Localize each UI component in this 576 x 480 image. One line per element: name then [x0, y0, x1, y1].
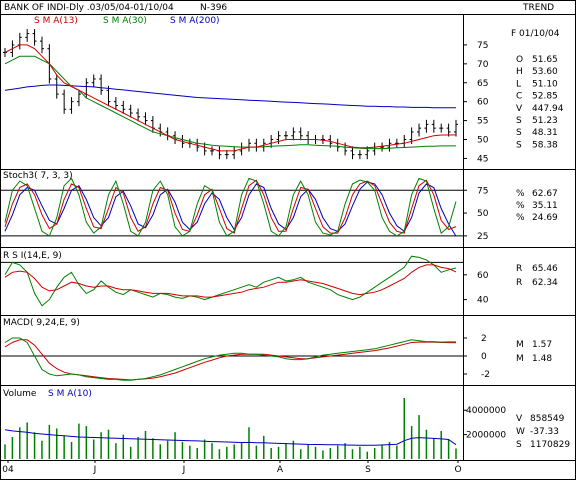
macd-label: MACD( 9,24,E, 9) [3, 318, 80, 328]
rsi-value: 62.34 [532, 278, 558, 288]
side-key-s: S [516, 128, 522, 138]
price-tick-label: 50 [477, 136, 489, 146]
rsi-value: 65.46 [532, 264, 558, 274]
macd-tick-label: -2 [481, 370, 490, 380]
stoch-key: % [516, 213, 525, 223]
volume-value: 858549 [530, 414, 565, 424]
stoch-value: 35.11 [532, 201, 558, 211]
side-value: 51.23 [532, 116, 558, 126]
volume-label: Volume [3, 389, 37, 399]
macd-value: 1.48 [532, 354, 552, 364]
rsi-key: R [516, 278, 522, 288]
x-tick-label: A [277, 465, 284, 475]
volume-tick-label: 2000000 [466, 431, 506, 441]
bar-count: N-396 [200, 3, 227, 13]
legend-sma13: S M A(13) [34, 16, 78, 26]
side-date: F 01/10/04 [511, 29, 560, 39]
stoch-value: 24.69 [532, 213, 558, 223]
side-value: 53.60 [532, 67, 558, 77]
volume-value: -37.33 [530, 427, 559, 437]
stoch-tick-label: 50 [477, 209, 489, 219]
macd-key: M [516, 354, 524, 364]
x-tick-label: O [454, 465, 461, 475]
volume-key: W [516, 427, 525, 437]
side-value: 58.38 [532, 140, 558, 150]
side-key-l: L [516, 79, 521, 89]
stoch-key: % [516, 189, 525, 199]
price-tick-label: 65 [477, 79, 488, 89]
stoch-key: % [516, 201, 525, 211]
volume-value: 1170829 [530, 440, 570, 450]
volume-key: S [516, 440, 522, 450]
stoch-values: % 62.67% 35.11% 24.69 [516, 189, 558, 223]
price-tick-label: 45 [477, 154, 488, 164]
x-tick-label: J [182, 465, 186, 475]
macd-value: 1.57 [532, 340, 552, 350]
technical-chart: BANK OF INDI-Dly .03/05/04-01/10/04 N-39… [0, 0, 576, 480]
side-key-c: C [516, 92, 522, 102]
volume-sma-label: S M A(10) [48, 389, 92, 399]
stoch-value: 62.67 [532, 189, 558, 199]
side-value: 52.85 [532, 92, 558, 102]
volume-key: V [516, 414, 523, 424]
side-value: 51.65 [532, 55, 558, 65]
x-tick-label: J [93, 465, 97, 475]
macd-tick-label: 2 [481, 334, 487, 344]
stoch-label: Stoch3( 7, 3, 3) [3, 171, 73, 181]
stoch-tick-label: 25 [477, 232, 488, 242]
x-tick-label: S [365, 465, 371, 475]
side-key-o: O [516, 55, 523, 65]
trend-label: TREND [522, 3, 554, 13]
volume-tick-label: 4000000 [466, 406, 506, 416]
chart-root: BANK OF INDI-Dly .03/05/04-01/10/04 N-39… [0, 0, 576, 480]
side-value: 48.31 [532, 128, 558, 138]
price-tick-label: 70 [477, 60, 489, 70]
side-value: 447.94 [532, 104, 564, 114]
side-key-h: H [516, 67, 523, 77]
side-key-v: V [516, 104, 523, 114]
legend-sma200: S M A(200) [170, 16, 220, 26]
price-tick-label: 75 [477, 41, 488, 51]
stoch-tick-label: 75 [477, 186, 488, 196]
rsi-tick-label: 40 [477, 296, 489, 306]
legend-sma30: S M A(30) [103, 16, 147, 26]
side-value: 51.10 [532, 79, 558, 89]
macd-tick-label: 0 [481, 352, 487, 362]
chart-title: BANK OF INDI-Dly .03/05/04-01/10/04 [4, 3, 174, 13]
rsi-label: R S I(14,E, 9) [3, 251, 62, 261]
rsi-tick-label: 60 [477, 271, 489, 281]
macd-key: M [516, 340, 524, 350]
x-tick-label: 04 [2, 465, 14, 475]
price-tick-label: 55 [477, 117, 488, 127]
price-tick-label: 60 [477, 98, 489, 108]
rsi-key: R [516, 264, 522, 274]
side-key-s: S [516, 140, 522, 150]
side-key-s: S [516, 116, 522, 126]
